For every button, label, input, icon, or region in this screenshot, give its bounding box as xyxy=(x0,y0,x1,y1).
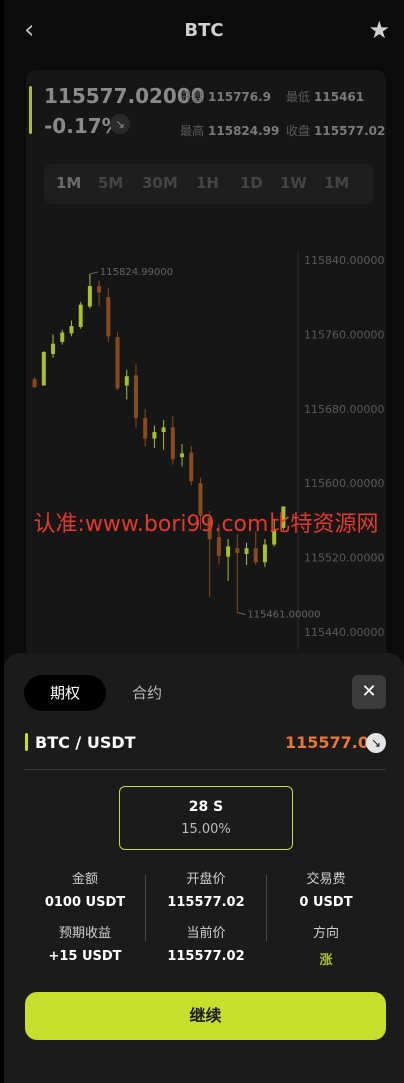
column-divider xyxy=(266,875,267,941)
timeframe-tabs: 1M 5M 30M 1H 1D 1W 1M xyxy=(44,164,374,204)
candle-body xyxy=(106,297,111,337)
candle-body xyxy=(189,452,194,482)
candle-body xyxy=(143,418,148,439)
app-root: ‹ BTC ★ 115577.02000 -0.17% ↘ 开盘 115776.9… xyxy=(0,0,404,1083)
candle-body xyxy=(60,332,65,342)
current-price-value: 115577.02 xyxy=(167,949,245,964)
candle-body xyxy=(226,546,231,557)
candle-body xyxy=(216,537,221,556)
close-label: 收盘 xyxy=(286,124,311,138)
pair-name: BTC / USDT xyxy=(35,733,136,752)
order-sheet: 期权 合约 ✕ BTC / USDT 115577.02 ↘ 28 S 15.0… xyxy=(4,653,404,1083)
tab-1d[interactable]: 1D xyxy=(240,174,263,192)
y-tick-label: 115440.00000 xyxy=(304,626,384,639)
candle-body xyxy=(161,427,166,433)
low-annotation-label: 115461.00000 xyxy=(247,609,320,620)
star-icon[interactable]: ★ xyxy=(368,16,390,44)
column-divider xyxy=(145,875,146,941)
close-stat: 收盘 115577.02 xyxy=(286,122,385,139)
candle-body xyxy=(97,286,102,293)
market-card: 115577.02000 -0.17% ↘ 开盘 115776.9 最低 11546… xyxy=(26,70,386,660)
candle-body xyxy=(180,453,185,458)
page-title: BTC xyxy=(184,20,224,41)
direction-cell: 方向 涨 xyxy=(266,922,386,968)
tab-30m[interactable]: 30M xyxy=(142,174,178,192)
candle-body xyxy=(152,432,157,439)
low-label: 最低 xyxy=(286,90,311,104)
direction-label: 方向 xyxy=(312,926,339,941)
duration-rate: 15.00% xyxy=(181,822,231,837)
y-tick-label: 115520.00000 xyxy=(304,552,384,565)
fee-label: 交易费 xyxy=(306,872,346,887)
candle-body xyxy=(32,379,37,388)
high-value: 115824.99 xyxy=(208,124,280,138)
y-tick-label: 115600.00000 xyxy=(304,477,384,490)
low-annotation-line xyxy=(237,611,246,615)
tab-options[interactable]: 期权 xyxy=(24,675,106,711)
candle-body xyxy=(235,548,240,553)
candlestick-chart[interactable]: 115840.00000 115760.00000 115680.00000 1156… xyxy=(26,220,386,660)
tab-1w[interactable]: 1W xyxy=(280,174,307,192)
profit-value: +15 USDT xyxy=(48,949,122,964)
high-annotation-line xyxy=(89,271,99,275)
duration-value: 28 S xyxy=(188,799,224,815)
header: ‹ BTC ★ xyxy=(4,0,404,62)
arrow-down-right-icon: ↘ xyxy=(110,114,130,134)
candle-body xyxy=(51,343,56,354)
candle-body xyxy=(262,544,267,563)
direction-value: 涨 xyxy=(319,953,333,968)
price-accent-bar xyxy=(29,86,32,134)
candle-body xyxy=(124,376,129,386)
continue-button[interactable]: 继续 xyxy=(25,992,386,1040)
y-tick-label: 115760.00000 xyxy=(304,328,384,341)
divider xyxy=(24,769,386,770)
screen: ‹ BTC ★ 115577.02000 -0.17% ↘ 开盘 115776.9… xyxy=(4,0,404,1083)
candle-body xyxy=(69,326,74,334)
current-price-cell: 当前价 115577.02 xyxy=(146,922,266,964)
candle-body xyxy=(41,352,46,386)
y-tick-label: 115840.00000 xyxy=(304,254,384,267)
current-price-label: 当前价 xyxy=(186,926,226,941)
tab-contract[interactable]: 合约 xyxy=(132,675,162,711)
candle-body xyxy=(133,375,138,419)
candle-body xyxy=(244,548,249,554)
amount-value: 0100 USDT xyxy=(44,895,126,910)
fee-cell: 交易费 0 USDT xyxy=(266,868,386,910)
profit-cell: 预期收益 +15 USDT xyxy=(25,922,145,964)
low-value: 115461 xyxy=(314,90,365,104)
open-price-label: 开盘价 xyxy=(186,872,226,887)
low-stat: 最低 115461 xyxy=(286,88,364,105)
candle-body xyxy=(87,286,92,307)
fee-value: 0 USDT xyxy=(299,895,353,910)
high-annotation-label: 115824.99000 xyxy=(100,267,173,278)
amount-cell: 金额 0100 USDT xyxy=(25,868,145,910)
tab-1m[interactable]: 1M xyxy=(56,174,81,192)
candle-body xyxy=(78,304,83,327)
y-tick-label: 115680.00000 xyxy=(304,403,384,416)
tab-1mo[interactable]: 1M xyxy=(324,174,349,192)
amount-label: 金额 xyxy=(71,872,98,887)
open-label: 开盘 xyxy=(180,90,205,104)
candle-body xyxy=(170,427,175,460)
high-stat: 最高 115824.99 xyxy=(180,122,279,139)
tab-1h[interactable]: 1H xyxy=(196,174,219,192)
open-value: 115776.9 xyxy=(208,90,272,104)
open-stat: 开盘 115776.9 xyxy=(180,88,271,105)
watermark-text: 认准:www.bori99.com比特资源网 xyxy=(33,512,379,537)
candle-body xyxy=(115,337,120,389)
open-price-cell: 开盘价 115577.02 xyxy=(146,868,266,910)
close-button[interactable]: ✕ xyxy=(352,675,386,709)
pair-accent-bar xyxy=(25,733,28,751)
tab-5m[interactable]: 5M xyxy=(98,174,123,192)
candle-body xyxy=(253,548,258,563)
high-label: 最高 xyxy=(180,124,205,138)
close-value: 115577.02 xyxy=(314,124,386,138)
open-price-value: 115577.02 xyxy=(167,895,245,910)
duration-option[interactable]: 28 S 15.00% xyxy=(119,786,293,850)
arrow-down-right-icon: ↘ xyxy=(366,733,386,753)
profit-label: 预期收益 xyxy=(58,926,111,941)
